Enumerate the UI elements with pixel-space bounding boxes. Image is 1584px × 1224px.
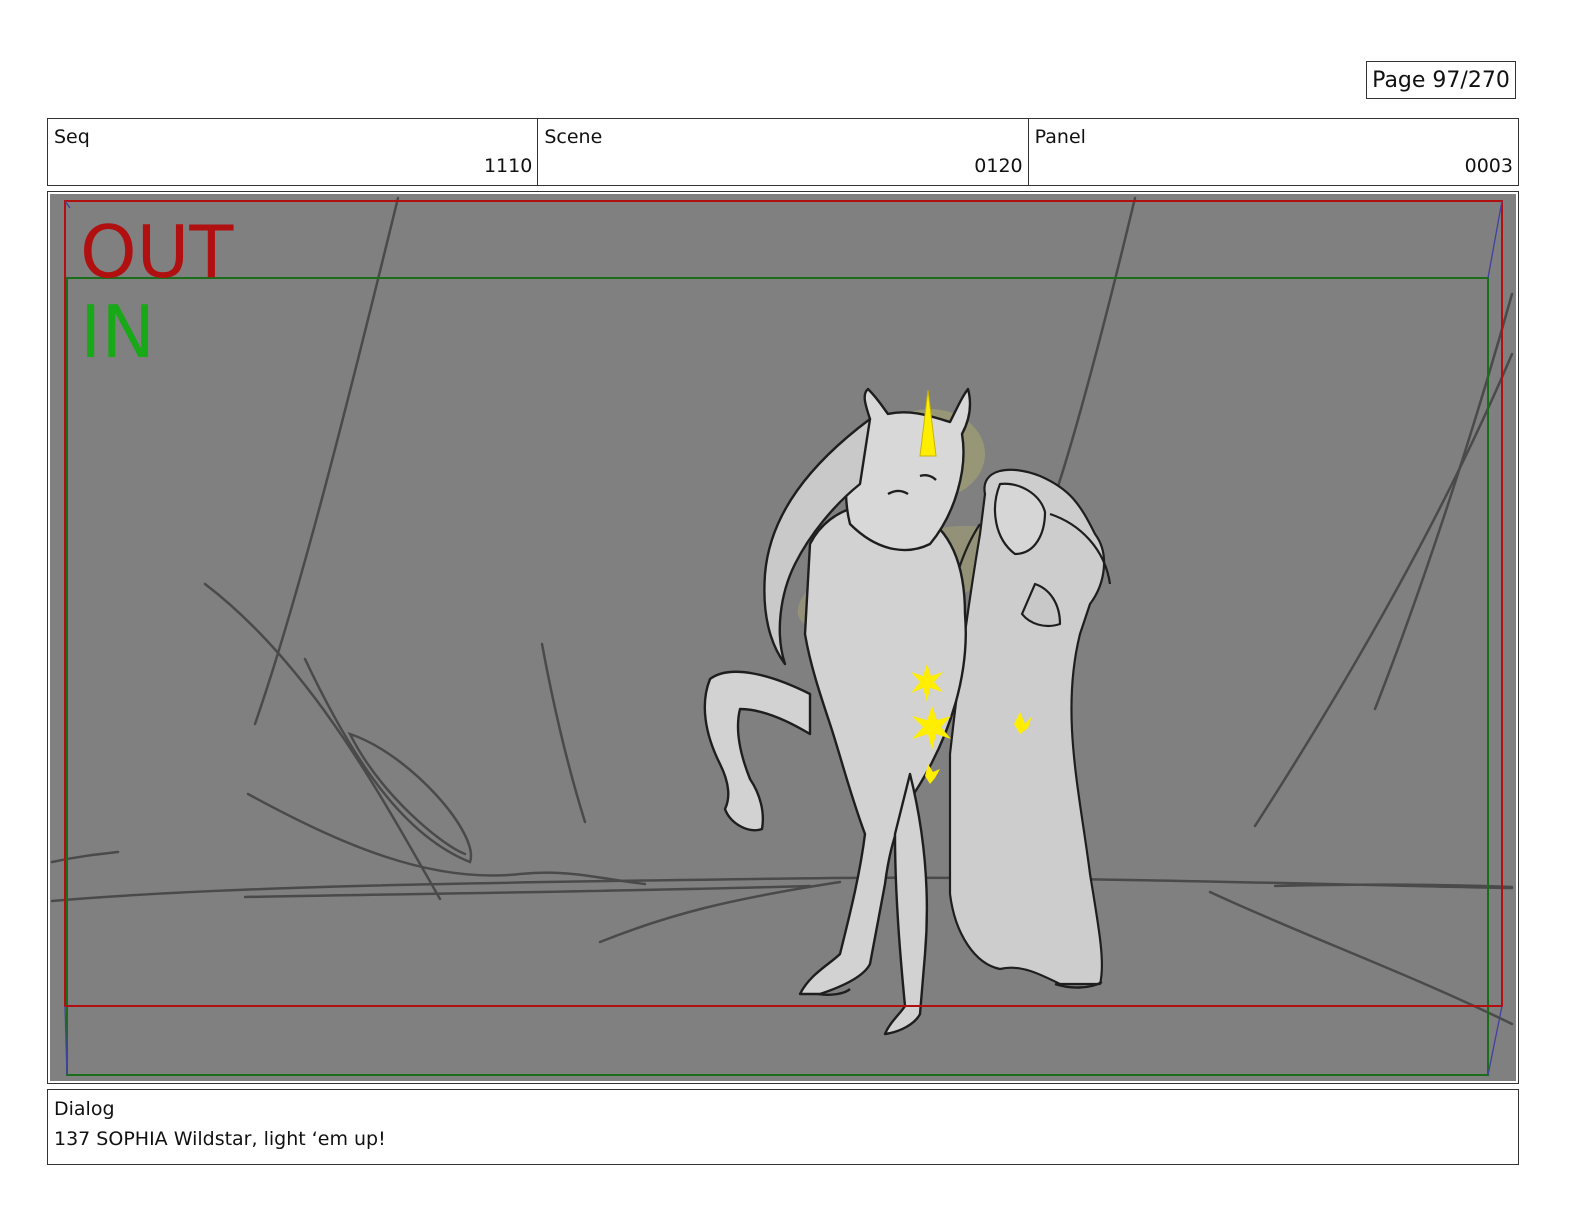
seq-value: 1110 <box>483 155 533 177</box>
sketch-artwork <box>50 196 1514 1076</box>
safe-area-frame <box>66 277 1489 1076</box>
seq-label: Seq <box>54 126 90 148</box>
panel-value: 0003 <box>1464 155 1513 177</box>
seq-cell: Seq 1110 <box>48 119 539 185</box>
dialog-text: 137 SOPHIA Wildstar, light ‘em up! <box>54 1128 386 1150</box>
corner-guides <box>64 200 1503 1076</box>
dialog-label: Dialog <box>54 1098 115 1120</box>
page-indicator: Page 97/270 <box>1366 61 1516 99</box>
out-frame-label: OUT <box>80 210 234 294</box>
storyboard-info-row: Seq 1110 Scene 0120 Panel 0003 <box>47 118 1519 186</box>
dialog-box: Dialog 137 SOPHIA Wildstar, light ‘em up… <box>47 1089 1519 1165</box>
storyboard-panel-drawing: OUT IN <box>50 194 1516 1081</box>
scene-cell: Scene 0120 <box>538 119 1029 185</box>
panel-label: Panel <box>1034 126 1086 148</box>
scene-label: Scene <box>544 126 603 148</box>
panel-cell: Panel 0003 <box>1029 119 1518 185</box>
in-frame-label: IN <box>80 290 156 374</box>
scene-value: 0120 <box>974 155 1023 177</box>
